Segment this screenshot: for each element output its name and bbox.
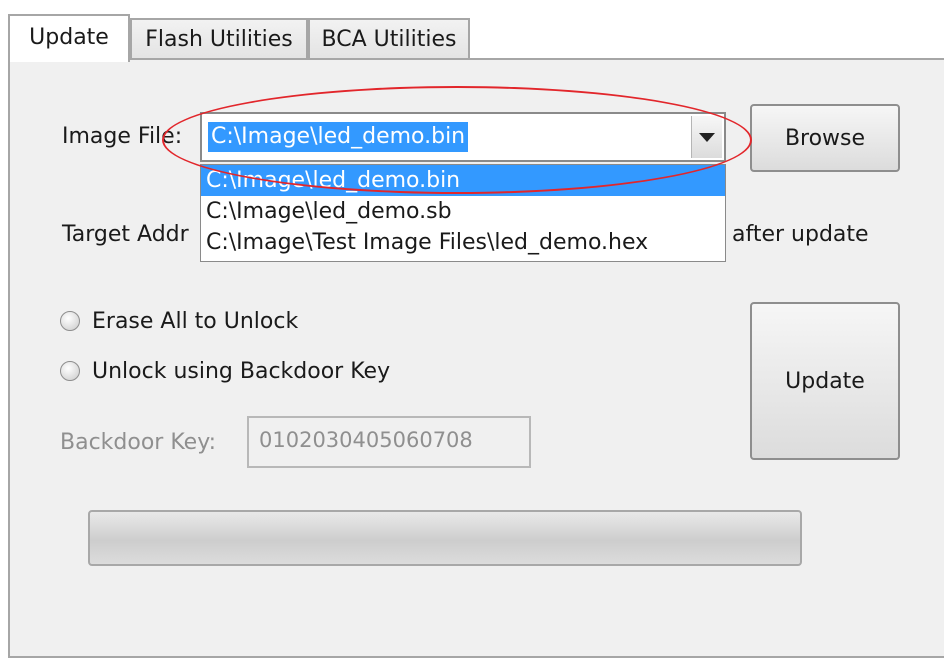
backdoor-key-radio-option[interactable]: Unlock using Backdoor Key bbox=[60, 356, 390, 386]
erase-all-label: Erase All to Unlock bbox=[92, 308, 299, 334]
backdoor-key-label: Backdoor Key: bbox=[60, 430, 217, 455]
erase-all-radio-option[interactable]: Erase All to Unlock bbox=[60, 306, 298, 336]
backdoor-key-input[interactable]: 0102030405060708 bbox=[247, 416, 531, 468]
dropdown-arrow-button[interactable] bbox=[691, 116, 722, 158]
tab-bca-utilities[interactable]: BCA Utilities bbox=[308, 18, 470, 60]
image-file-label: Image File: bbox=[62, 124, 183, 149]
backdoor-key-radio-label: Unlock using Backdoor Key bbox=[92, 358, 391, 384]
image-file-combobox[interactable]: C:\Image\led_demo.bin bbox=[200, 112, 726, 162]
dropdown-option-led-demo-bin[interactable]: C:\Image\led_demo.bin bbox=[201, 165, 725, 196]
chevron-down-icon bbox=[699, 132, 715, 142]
update-progress-bar bbox=[88, 510, 802, 566]
tab-update[interactable]: Update bbox=[8, 14, 130, 62]
target-address-label: Target Addr bbox=[62, 222, 189, 247]
browse-button[interactable]: Browse bbox=[750, 104, 900, 172]
update-button[interactable]: Update bbox=[750, 302, 900, 460]
dropdown-option-led-demo-hex[interactable]: C:\Image\Test Image Files\led_demo.hex bbox=[201, 227, 725, 258]
dropdown-option-led-demo-sb[interactable]: C:\Image\led_demo.sb bbox=[201, 196, 725, 227]
image-file-value: C:\Image\led_demo.bin bbox=[208, 122, 469, 152]
backdoor-key-radio[interactable] bbox=[60, 361, 80, 381]
erase-all-radio[interactable] bbox=[60, 311, 80, 331]
image-file-dropdown-list: C:\Image\led_demo.bin C:\Image\led_demo.… bbox=[200, 164, 726, 262]
after-update-label: after update bbox=[732, 222, 869, 247]
tab-flash-utilities[interactable]: Flash Utilities bbox=[130, 18, 308, 60]
